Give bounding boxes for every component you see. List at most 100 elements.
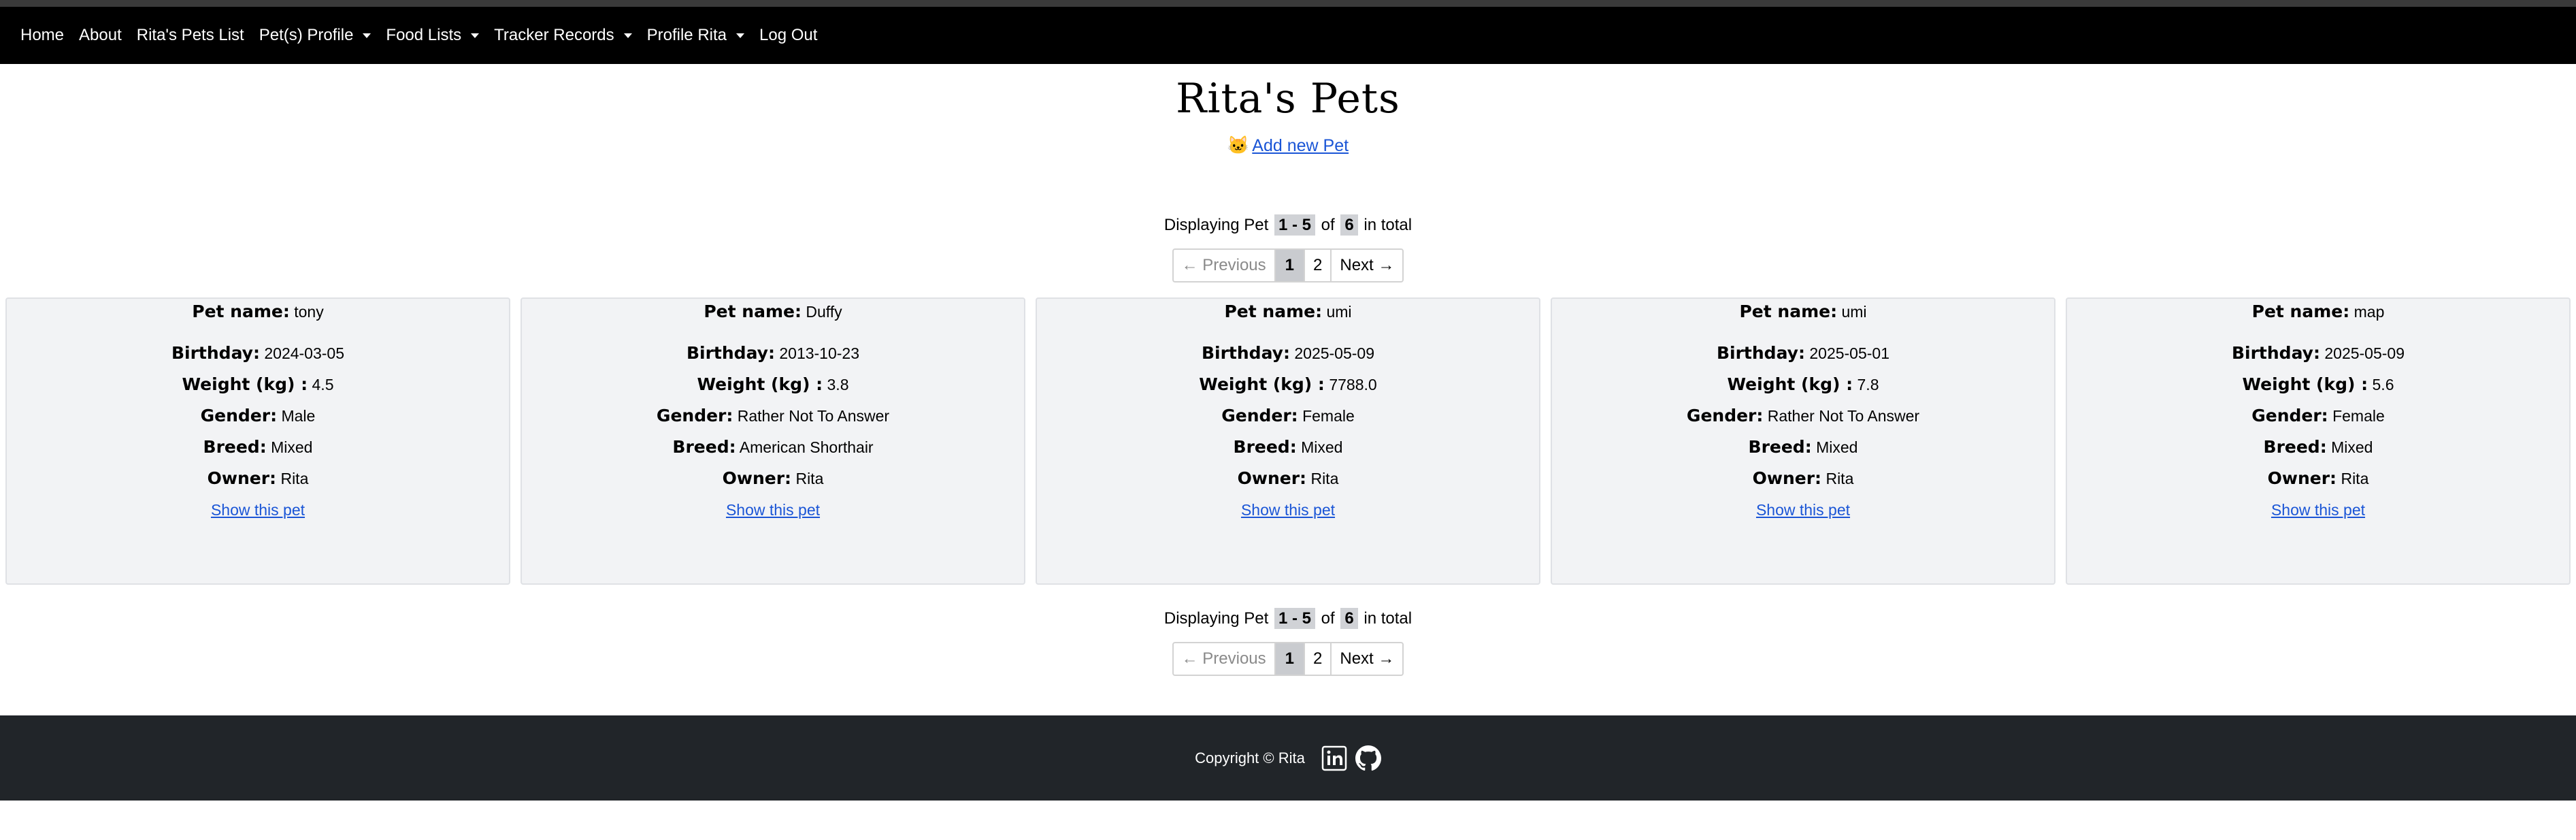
weight-value: 4.5: [312, 376, 334, 393]
nav-tracker-records-dropdown[interactable]: Tracker Records: [494, 26, 632, 45]
pet-card: Pet name: umi Birthday: 2025-05-09 Weigh…: [1036, 297, 1540, 585]
pagination-range: 1 - 5: [1274, 214, 1315, 236]
pet-cards: Pet name: tony Birthday: 2024-03-05 Weig…: [0, 297, 2576, 585]
show-pet-link[interactable]: Show this pet: [211, 501, 305, 519]
previous-page-button: ← Previous: [1174, 250, 1276, 281]
nav-pet-profile-label: Pet(s) Profile: [259, 26, 354, 44]
nav-profile-dropdown[interactable]: Profile Rita: [647, 26, 744, 45]
owner-value: Rita: [795, 470, 824, 487]
pet-card: Pet name: umi Birthday: 2025-05-01 Weigh…: [1551, 297, 2055, 585]
pet-name-label: Pet name:: [1224, 302, 1323, 321]
nav-tracker-records-label: Tracker Records: [494, 26, 614, 44]
weight-label: Weight (kg) :: [182, 374, 308, 394]
nav-profile-label: Profile Rita: [646, 26, 727, 44]
pagination-displaying: Displaying Pet: [1163, 609, 1269, 628]
nav-home[interactable]: Home: [20, 26, 64, 45]
gender-value: Rather Not To Answer: [1767, 407, 1920, 425]
owner-label: Owner:: [207, 468, 277, 488]
birthday-label: Birthday:: [1716, 343, 1805, 363]
page-2-button[interactable]: 2: [1305, 250, 1332, 281]
show-row: Show this pet: [522, 489, 1024, 530]
gender-label: Gender:: [1686, 406, 1764, 425]
pet-name-label: Pet name:: [2251, 302, 2350, 321]
birthday-label: Birthday:: [686, 343, 775, 363]
owner-label: Owner:: [1752, 468, 1822, 488]
caret-down-icon: [736, 33, 744, 38]
pagination-info: Displaying Pet 1 - 5 of 6 in total: [0, 212, 2576, 239]
birthday-label: Birthday:: [171, 343, 260, 363]
pagination-total: 6: [1340, 608, 1358, 629]
owner-label: Owner:: [722, 468, 792, 488]
birthday-value: 2025-05-09: [1294, 344, 1375, 362]
breed-label: Breed:: [1748, 437, 1812, 457]
birthday-value: 2013-10-23: [779, 344, 860, 362]
previous-page-button: ← Previous: [1174, 643, 1276, 675]
gender-label: Gender:: [2251, 406, 2328, 425]
copyright-text: Copyright © Rita: [1195, 749, 1305, 766]
birthday-label: Birthday:: [1201, 343, 1290, 363]
github-icon[interactable]: [1355, 745, 1381, 771]
cat-icon: 🐱: [1227, 135, 1250, 155]
weight-value: 3.8: [827, 376, 849, 393]
pagination-in-total: in total: [1364, 609, 1413, 628]
pet-name-value: map: [2354, 303, 2385, 321]
nav-food-lists-label: Food Lists: [386, 26, 462, 44]
nav-logout[interactable]: Log Out: [759, 26, 817, 45]
pagination-in-total: in total: [1364, 216, 1413, 234]
owner-value: Rita: [1310, 470, 1339, 487]
linkedin-icon[interactable]: [1321, 745, 1347, 771]
pagination-bottom: Displaying Pet 1 - 5 of 6 in total ← Pre…: [0, 605, 2576, 676]
show-row: Show this pet: [1037, 489, 1539, 530]
pet-card: Pet name: map Birthday: 2025-05-09 Weigh…: [2066, 297, 2571, 585]
add-pet-row: 🐱 Add new Pet: [0, 135, 2576, 156]
nav-pets-list[interactable]: Rita's Pets List: [137, 26, 244, 45]
pagination-controls: ← Previous 1 2 Next →: [1172, 248, 1404, 282]
owner-label: Owner:: [2267, 468, 2337, 488]
breed-label: Breed:: [672, 437, 736, 457]
pet-card: Pet name: Duffy Birthday: 2013-10-23 Wei…: [521, 297, 1025, 585]
navbar: Home About Rita's Pets List Pet(s) Profi…: [0, 7, 2576, 64]
gender-value: Rather Not To Answer: [737, 407, 890, 425]
pagination-top: Displaying Pet 1 - 5 of 6 in total ← Pre…: [0, 212, 2576, 282]
show-pet-link[interactable]: Show this pet: [1756, 501, 1850, 519]
birthday-value: 2025-05-01: [1809, 344, 1890, 362]
pagination-displaying: Displaying Pet: [1163, 216, 1269, 234]
show-pet-link[interactable]: Show this pet: [726, 501, 820, 519]
add-new-pet-link[interactable]: Add new Pet: [1252, 136, 1349, 155]
gender-value: Female: [2332, 407, 2385, 425]
breed-label: Breed:: [2263, 437, 2327, 457]
gender-value: Male: [281, 407, 316, 425]
page-1-button[interactable]: 1: [1275, 250, 1306, 281]
page-2-button[interactable]: 2: [1305, 643, 1332, 675]
top-strip: [0, 0, 2576, 7]
social-icons: [1313, 745, 1381, 771]
nav-about[interactable]: About: [79, 26, 122, 45]
next-page-button[interactable]: Next →: [1332, 250, 1402, 281]
page-title: Rita's Pets: [1176, 75, 1400, 123]
nav-food-lists-dropdown[interactable]: Food Lists: [386, 26, 480, 45]
pet-name-label: Pet name:: [192, 302, 290, 321]
weight-label: Weight (kg) :: [2242, 374, 2368, 394]
breed-value: Mixed: [1816, 438, 1858, 456]
show-pet-link[interactable]: Show this pet: [2271, 501, 2365, 519]
footer: Copyright © Rita: [0, 715, 2576, 801]
pet-name-value: Duffy: [806, 303, 842, 321]
weight-label: Weight (kg) :: [697, 374, 823, 394]
pagination-total: 6: [1340, 214, 1358, 236]
next-page-button[interactable]: Next →: [1332, 643, 1402, 675]
owner-value: Rita: [1826, 470, 1854, 487]
owner-value: Rita: [280, 470, 309, 487]
birthday-value: 2024-03-05: [264, 344, 345, 362]
gender-label: Gender:: [200, 406, 278, 425]
caret-down-icon: [471, 33, 480, 38]
caret-down-icon: [623, 33, 632, 38]
page-1-button[interactable]: 1: [1275, 643, 1306, 675]
pet-name-label: Pet name:: [1739, 302, 1838, 321]
show-pet-link[interactable]: Show this pet: [1241, 501, 1335, 519]
weight-value: 5.6: [2372, 376, 2394, 393]
nav-pet-profile-dropdown[interactable]: Pet(s) Profile: [259, 26, 371, 45]
weight-label: Weight (kg) :: [1199, 374, 1325, 394]
owner-value: Rita: [2341, 470, 2369, 487]
pagination-of: of: [1321, 609, 1335, 628]
pet-name-value: tony: [294, 303, 324, 321]
